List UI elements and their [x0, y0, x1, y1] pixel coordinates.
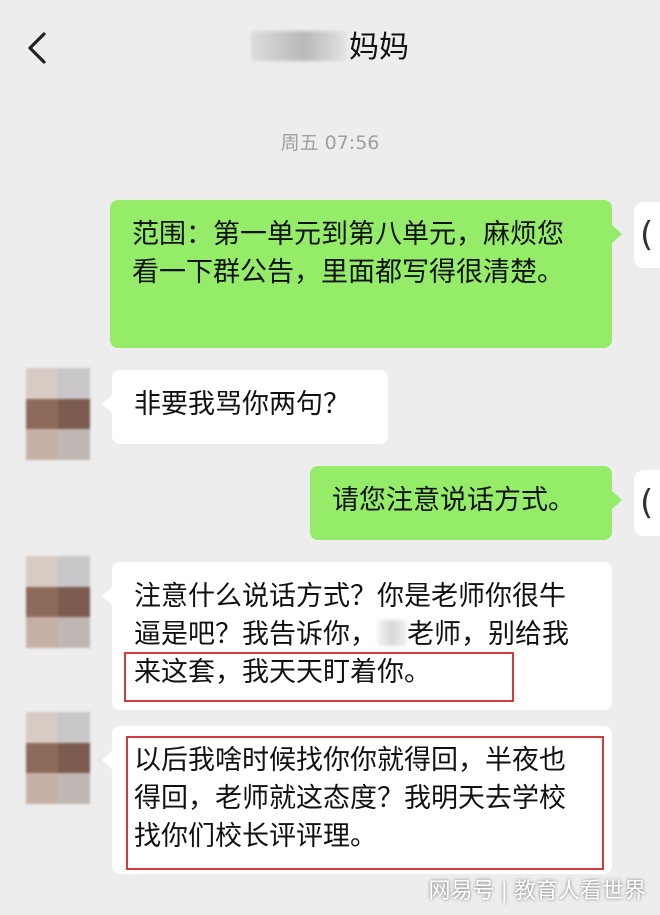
my-avatar-glyph: (: [640, 483, 654, 523]
contact-avatar[interactable]: [26, 556, 90, 648]
watermark-separator: |: [500, 879, 508, 904]
contact-message-bubble[interactable]: 注意什么说话方式？你是老师你很牛逼是吧？我告诉你， 老师，别给我来这套，我天天盯着…: [102, 562, 612, 710]
my-message-bubble[interactable]: 请您注意说话方式。: [310, 466, 622, 540]
message-text: 请您注意说话方式。: [332, 485, 575, 516]
contact-avatar[interactable]: [26, 712, 90, 804]
message-text: 范围：第一单元到第八单元，麻烦您看一下群公告，里面都写得很清楚。: [132, 219, 564, 288]
watermark-account: 教育人看世界: [513, 879, 646, 904]
contact-avatar[interactable]: [26, 368, 90, 460]
blurred-name: [251, 31, 347, 61]
message-text: 以后我啥时候找你你就得回，半夜也得回，老师就这态度？我明天去学校找你们校长评评理…: [134, 745, 566, 852]
my-avatar[interactable]: (: [634, 470, 660, 536]
watermark-brand: 网易号: [428, 879, 495, 904]
contact-message-bubble[interactable]: 以后我啥时候找你你就得回，半夜也得回，老师就这态度？我明天去学校找你们校长评评理…: [102, 726, 612, 874]
message-text: 非要我骂你两句？: [134, 389, 350, 420]
my-avatar-glyph: (: [640, 215, 654, 255]
chat-header: 妈妈: [0, 0, 660, 96]
my-avatar[interactable]: (: [634, 202, 660, 268]
blurred-teacher-name: [377, 620, 407, 646]
watermark: 网易号 | 教育人看世界: [429, 873, 646, 905]
chat-title: 妈妈: [0, 28, 660, 68]
message-timestamp: 周五 07:56: [280, 132, 380, 154]
contact-message-bubble[interactable]: 非要我骂你两句？: [102, 370, 388, 444]
my-message-bubble[interactable]: 范围：第一单元到第八单元，麻烦您看一下群公告，里面都写得很清楚。: [110, 200, 622, 348]
chat-title-text: 妈妈: [349, 30, 409, 65]
